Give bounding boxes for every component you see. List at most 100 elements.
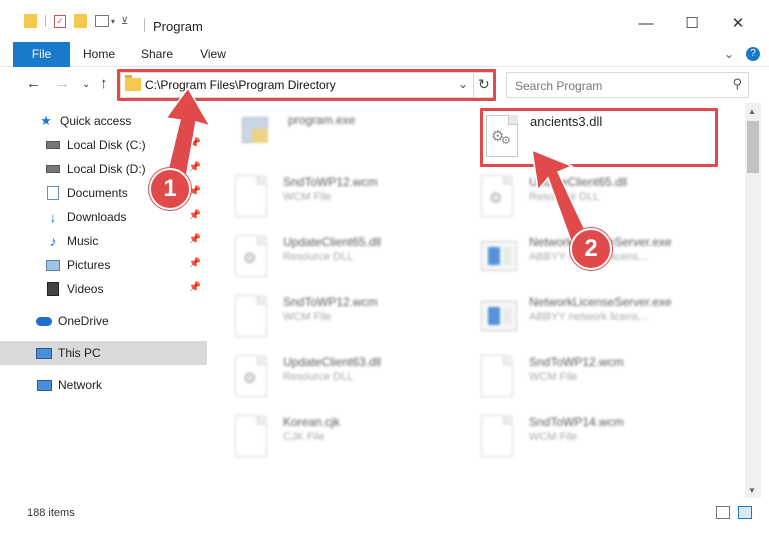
tab-share[interactable]: Share: [135, 42, 179, 67]
file-name: SndToWP12.wcm: [283, 295, 378, 309]
large-icons-view-icon[interactable]: [738, 506, 752, 519]
recent-locations-button[interactable]: ⌄: [82, 79, 90, 90]
folder-icon[interactable]: [24, 14, 37, 28]
up-button[interactable]: ↑: [100, 75, 108, 92]
file-item[interactable]: NetworkLicenseServer.exe ABBYY network l…: [481, 287, 721, 345]
file-item[interactable]: program.exe: [240, 107, 480, 165]
close-button[interactable]: ✕: [715, 8, 761, 38]
customize-toolbar-icon[interactable]: ⊻: [121, 16, 128, 27]
customize-icon[interactable]: [95, 15, 109, 27]
scroll-down-icon[interactable]: ▼: [748, 486, 756, 495]
separator: [45, 15, 46, 27]
drive-icon: [45, 137, 61, 153]
ribbon-tabs: File Home Share View ⌄ ?: [0, 42, 769, 100]
callout-one: 1: [149, 168, 191, 210]
sidebar-item-network[interactable]: Network: [0, 373, 207, 397]
file-name: Korean.cjk: [283, 415, 340, 429]
sidebar-item-label: Videos: [67, 282, 104, 296]
documents-icon: [45, 185, 61, 201]
file-item[interactable]: SndToWP12.wcm WCM File: [235, 167, 475, 225]
search-input[interactable]: Search Program: [515, 79, 602, 93]
properties-icon[interactable]: ✓: [54, 14, 66, 28]
file-type: WCM File: [529, 371, 578, 383]
sidebar-item-quick-access[interactable]: ★ Quick access: [0, 109, 207, 133]
quick-access-toolbar: ✓ ▾ ⊻: [24, 14, 128, 28]
minimize-button[interactable]: —: [623, 8, 669, 38]
item-count: 188 items: [27, 507, 75, 519]
sidebar-item-label: Music: [67, 234, 99, 248]
dll-file-icon: ⚙: [481, 173, 517, 217]
file-item[interactable]: ⚙ UpdateClient63.dll Resource DLL: [235, 347, 475, 405]
callout-two: 2: [570, 228, 612, 270]
file-icon: [235, 293, 271, 337]
file-type: Resource DLL: [283, 251, 354, 263]
help-icon[interactable]: ?: [746, 47, 760, 61]
file-name: SndToWP12.wcm: [529, 355, 624, 369]
file-item[interactable]: SndToWP12.wcm WCM File: [481, 347, 721, 405]
sidebar-item-label: Downloads: [67, 210, 127, 224]
back-button[interactable]: ←: [26, 75, 41, 92]
file-type: Resource DLL: [529, 191, 600, 203]
new-folder-icon[interactable]: [74, 14, 87, 28]
file-type: WCM File: [283, 191, 332, 203]
title-bar: ✓ ▾ ⊻ Program — ☐ ✕: [0, 0, 769, 42]
file-name: NetworkLicenseServer.exe: [529, 295, 672, 309]
sidebar-item-label: OneDrive: [58, 314, 109, 328]
computer-icon: [36, 345, 52, 361]
file-type: WCM File: [283, 311, 332, 323]
file-name: UpdateClient63.dll: [283, 355, 382, 369]
maximize-button[interactable]: ☐: [669, 8, 715, 38]
file-icon: [235, 173, 271, 217]
file-icon: [481, 413, 517, 457]
tab-home[interactable]: Home: [78, 42, 120, 67]
sidebar-item-pictures[interactable]: Pictures 📌: [0, 253, 207, 277]
program-exe-icon: [240, 113, 276, 157]
pin-icon[interactable]: 📌: [189, 258, 201, 269]
sidebar-item-this-pc[interactable]: This PC: [0, 341, 207, 365]
search-box[interactable]: Search Program ⚲: [506, 72, 749, 98]
dropdown-arrow-icon[interactable]: ▾: [111, 17, 115, 26]
dll-file-icon: ⚙: [235, 233, 271, 277]
pin-icon[interactable]: 📌: [189, 282, 201, 293]
sidebar-item-onedrive[interactable]: OneDrive: [0, 309, 207, 333]
details-view-icon[interactable]: [716, 506, 730, 519]
file-item[interactable]: SndToWP12.wcm WCM File: [235, 287, 475, 345]
pin-icon[interactable]: 📌: [189, 162, 201, 173]
file-name: SndToWP12.wcm: [283, 175, 378, 189]
downloads-icon: ↓: [49, 209, 57, 225]
scroll-thumb[interactable]: [747, 121, 759, 173]
tab-view[interactable]: View: [193, 42, 233, 67]
application-icon: [481, 293, 517, 337]
scroll-up-icon[interactable]: ▲: [748, 107, 756, 116]
window-title: Program: [153, 19, 203, 34]
sidebar-item-label: This PC: [58, 346, 101, 360]
navigation-bar: ← → ⌄ ↑ C:\Program Files\Program Directo…: [0, 67, 769, 103]
sidebar-item-music[interactable]: ♪ Music 📌: [0, 229, 207, 253]
sidebar-item-local-disk-c[interactable]: Local Disk (C:) 📌: [0, 133, 207, 157]
sidebar-item-videos[interactable]: Videos 📌: [0, 277, 207, 301]
sidebar-item-label: Network: [58, 378, 103, 392]
status-bar: 188 items: [0, 498, 769, 535]
pin-icon[interactable]: 📌: [189, 234, 201, 245]
network-icon: [36, 377, 52, 393]
file-type: ABBYY network licens...: [529, 311, 648, 323]
file-icon: [235, 413, 271, 457]
file-type: CJK File: [283, 431, 325, 443]
search-icon[interactable]: ⚲: [732, 76, 742, 92]
file-item[interactable]: ⚙ UpdateClient65.dll Resource DLL: [235, 227, 475, 285]
forward-button[interactable]: →: [55, 75, 70, 92]
pin-icon[interactable]: 📌: [189, 138, 201, 149]
sidebar-item-label: Local Disk (D:): [67, 162, 146, 176]
sidebar-item-label: Documents: [67, 186, 128, 200]
ribbon-collapse-icon[interactable]: ⌄: [724, 47, 734, 61]
file-item[interactable]: ⚙ UpdateClient65.dll Resource DLL: [481, 167, 721, 225]
file-item[interactable]: SndToWP14.wcm WCM File: [481, 407, 721, 465]
file-name: UpdateClient65.dll: [529, 175, 628, 189]
pin-icon[interactable]: 📌: [189, 210, 201, 221]
drive-icon: [45, 161, 61, 177]
vertical-scrollbar[interactable]: ▲ ▼: [745, 103, 761, 498]
file-name: SndToWP14.wcm: [529, 415, 624, 429]
file-type: WCM File: [529, 431, 578, 443]
sidebar-item-label: Local Disk (C:): [67, 138, 146, 152]
file-item[interactable]: Korean.cjk CJK File: [235, 407, 475, 465]
